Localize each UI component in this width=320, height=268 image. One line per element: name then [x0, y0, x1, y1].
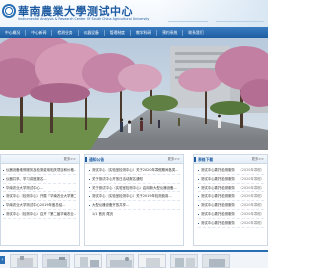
nav-item-about[interactable]: 中心概况 — [0, 27, 25, 38]
download-item-date: （2020年寒假） — [237, 218, 264, 227]
instrument-image — [203, 255, 229, 267]
download-item-date: （2020年寒假） — [237, 192, 264, 201]
equipment-thumbnail[interactable] — [74, 254, 102, 268]
list-item[interactable]: 测试中心（检测中心）开展「华南农业大学第二... — [3, 192, 76, 202]
download-item-date: （2020年寒假） — [237, 183, 264, 192]
equipment-thumbnail[interactable] — [106, 254, 134, 268]
download-item-text: 测试中心委托检测服务 — [201, 203, 235, 208]
nav-item-services[interactable]: 检测业务 — [52, 27, 77, 38]
deco-line — [216, 21, 264, 22]
strip-prev-arrow-icon[interactable]: ‹ — [0, 256, 5, 264]
nav-item-news[interactable]: 中心新闻 — [26, 27, 51, 38]
title-marker — [194, 157, 196, 162]
news-panel-header: 更多>> — [1, 155, 79, 164]
list-item[interactable]: 测试中心委托检测服务 （2020年寒假） — [198, 218, 264, 228]
notices-list: 测试中心（实验室检测中心）关于2020年寒假期间各类... 关于测试中心开放日活… — [85, 164, 183, 210]
equipment-thumbnail[interactable] — [202, 254, 230, 268]
download-item-text: 测试中心委托检测服务 — [201, 194, 235, 199]
university-logo-icon[interactable] — [2, 4, 16, 18]
nav-item-rules[interactable]: 管理制度 — [105, 27, 130, 38]
nav-item-teaching[interactable]: 教学科研 — [131, 27, 156, 38]
header-decoration — [158, 0, 268, 27]
equipment-thumbnail[interactable] — [170, 254, 198, 268]
list-item[interactable]: 华南农业大学测试中心... — [3, 184, 76, 193]
download-item-text: 测试中心委托检测服务 — [201, 168, 235, 172]
list-item[interactable]: 测试中心委托检测服务 （2020年寒假） — [198, 183, 264, 193]
campus-scene-image — [0, 38, 268, 150]
download-item-date: （2020年寒假） — [237, 209, 264, 218]
download-item-date: （2020年寒假） — [237, 201, 264, 210]
nav-item-contact[interactable]: 联系我们 — [183, 27, 208, 38]
list-item[interactable]: 大型仪器设备开放共享... — [89, 201, 180, 210]
instrument-image — [11, 255, 37, 267]
notices-title: 通知公告 — [89, 157, 105, 162]
downloads-more-link[interactable]: 更多>> — [252, 155, 264, 164]
list-item[interactable]: 测试中心委托检测服务 （2020年寒假） — [198, 201, 264, 210]
equipment-thumbnail[interactable] — [42, 254, 70, 268]
list-item[interactable]: 测试中心委托检测服务 （2020年寒假） — [198, 166, 264, 175]
news-more-link[interactable]: 更多>> — [64, 155, 76, 164]
download-item-date: （2020年寒假） — [237, 166, 264, 174]
list-item[interactable]: 仪器设备维修服务及检测费用相关项目和价格... — [3, 166, 76, 175]
banner-campus-photo[interactable] — [0, 38, 268, 150]
equipment-thumbnail[interactable] — [10, 254, 38, 268]
title-marker — [85, 157, 87, 162]
nav-item-equipment[interactable]: 仪器设备 — [79, 27, 104, 38]
list-item[interactable]: 华南农业大学测试中心2019年度总结... — [3, 201, 76, 210]
equipment-thumbnail[interactable] — [138, 254, 166, 268]
site-subtitle: Instrumental Analysis & Research Center … — [18, 17, 150, 21]
instrument-image — [43, 255, 69, 267]
list-item[interactable]: 关于测试中心（实验室检测中心）启用新大型仪器设备... — [89, 184, 180, 193]
main-nav: 中心概况 中心新闻 检测业务 仪器设备 管理制度 教学科研 预约系统 联系我们 — [0, 27, 268, 38]
equipment-thumbnail-strip — [0, 250, 268, 268]
list-item[interactable]: 仪器共享、学习讲座报名... — [3, 175, 76, 184]
downloads-list: 测试中心委托检测服务 （2020年寒假） 测试中心委托检测服务 （2020年寒假） … — [194, 164, 267, 228]
download-item-date: （2020年寒假） — [237, 174, 264, 183]
list-item[interactable]: 测试中心委托检测服务 （2020年寒假） — [198, 174, 264, 184]
instrument-image — [171, 255, 197, 267]
list-item[interactable]: 测试中心委托检测服务 （2020年寒假） — [198, 209, 264, 219]
downloads-panel: 表格下载 更多>> 测试中心委托检测服务 （2020年寒假） 测试中心委托检测服务… — [193, 154, 268, 246]
instrument-image — [107, 255, 133, 267]
instrument-image — [139, 255, 165, 267]
news-panel: 更多>> 仪器设备维修服务及检测费用相关项目和价格... 仪器共享、学习讲座报名… — [0, 154, 80, 246]
notices-pagination[interactable]: 1/1 首页 尾页 — [85, 210, 183, 216]
notices-more-link[interactable]: 更多>> — [168, 155, 180, 164]
instrument-image — [75, 255, 101, 267]
nav-item-booking[interactable]: 预约系统 — [157, 27, 182, 38]
notices-panel: 通知公告 更多>> 测试中心（实验室检测中心）关于2020年寒假期间各类... … — [84, 154, 184, 246]
list-item[interactable]: 关于测试中心开放日活动报名通知 — [89, 175, 180, 184]
list-item[interactable]: 测试中心（实验室检测中心）关于2020年寒假期间各类... — [89, 166, 180, 175]
news-list: 仪器设备维修服务及检测费用相关项目和价格... 仪器共享、学习讲座报名... 华… — [1, 164, 79, 219]
notices-panel-header: 通知公告 更多>> — [85, 155, 183, 164]
downloads-panel-header: 表格下载 更多>> — [194, 155, 267, 164]
list-item[interactable]: 测试中心委托检测服务 （2020年寒假） — [198, 192, 264, 202]
downloads-title: 表格下载 — [198, 157, 214, 162]
download-item-text: 测试中心委托检测服务 — [201, 211, 235, 216]
list-item[interactable]: 测试中心（实验室检测中心）关于2019年检测费用... — [89, 192, 180, 202]
download-item-text: 测试中心委托检测服务 — [201, 220, 235, 225]
list-item[interactable]: 测试中心（检测中心）召开「第二届华南农业... — [3, 210, 76, 219]
download-item-text: 测试中心委托检测服务 — [201, 185, 235, 190]
deco-line — [168, 21, 208, 22]
site-header: 華南農業大學测试中心 Instrumental Analysis & Resea… — [0, 0, 268, 27]
download-item-text: 测试中心委托检测服务 — [201, 176, 235, 181]
